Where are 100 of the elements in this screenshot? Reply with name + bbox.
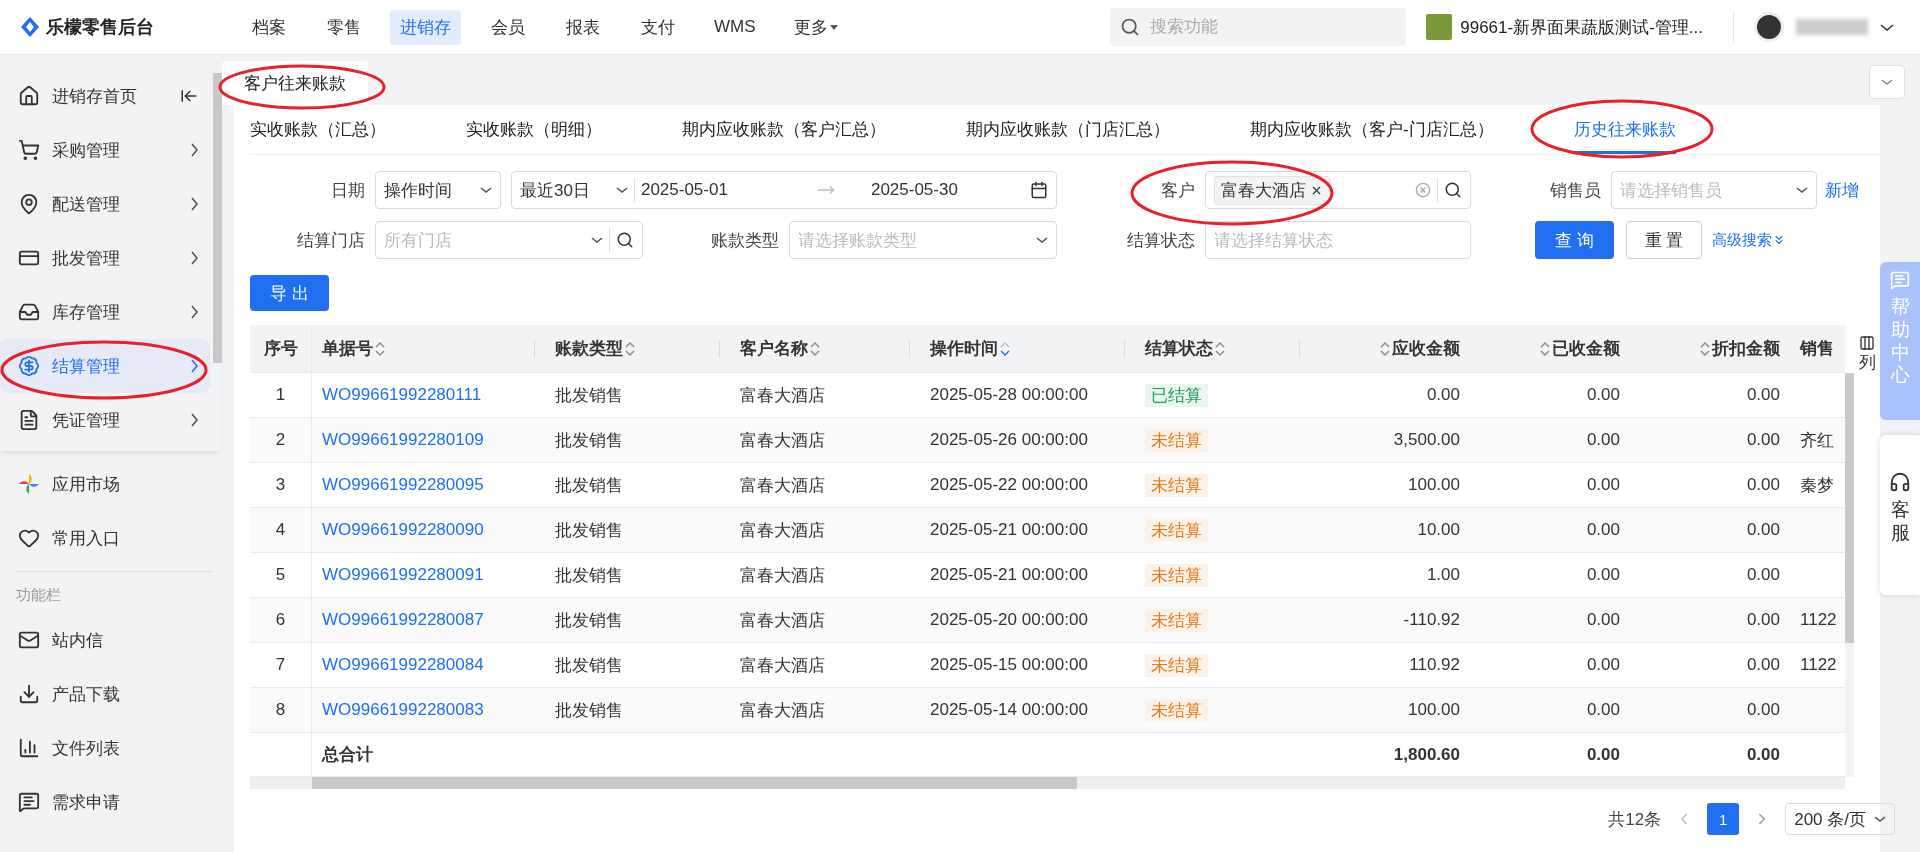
sub-tab[interactable]: 期内应收账款（门店汇总） [966,105,1170,154]
sidebar-item[interactable]: 库存管理 [0,285,210,339]
column-header[interactable]: 客户名称 [740,337,808,360]
column-header[interactable]: 单据号 [322,337,373,360]
nav-tab[interactable]: 报表 [554,9,611,45]
query-button[interactable]: 查 询 [1535,221,1614,259]
page-tab[interactable]: 客户往来账款 [222,61,368,105]
customer-service-tab[interactable]: 客服 [1880,435,1920,595]
search-icon[interactable] [1444,181,1462,199]
collapse-icon[interactable] [180,87,198,105]
chevron-right-icon[interactable] [191,359,198,373]
column-header[interactable]: 账款类型 [555,337,623,360]
chevron-right-icon[interactable] [191,143,198,157]
chevron-right-icon[interactable] [191,413,198,427]
table-cell: 100.00 [1408,475,1460,495]
date-range-field[interactable]: 最近30日 2025-05-01 2025-05-30 [511,171,1057,209]
document-link[interactable]: WO99661992280087 [322,610,484,630]
advanced-search-link[interactable]: 高级搜索 [1712,230,1787,250]
search-icon[interactable] [616,231,634,249]
sidebar-item[interactable]: 配送管理 [0,177,210,231]
scrollbar-thumb[interactable] [1845,373,1855,643]
store-name[interactable]: 99661-新界面果蔬版测试-管理... [1460,15,1703,39]
document-link[interactable]: WO99661992280083 [322,700,484,720]
document-link[interactable]: WO99661992280084 [322,655,484,675]
sort-icon[interactable] [1540,340,1550,357]
chevron-right-icon[interactable] [191,197,198,211]
chevron-down-icon[interactable] [1880,23,1894,31]
sub-tab[interactable]: 实收账款（明细） [466,105,602,154]
sidebar-item[interactable]: 站内信 [0,613,219,667]
sub-tab[interactable]: 期内应收账款（客户汇总） [682,105,886,154]
nav-tab[interactable]: 支付 [629,9,686,45]
column-header[interactable]: 折扣金额 [1712,337,1780,360]
column-header[interactable]: 序号 [263,337,298,360]
photo-placeholder [1426,14,1453,40]
document-link[interactable]: WO99661992280111 [322,385,482,405]
sort-icon[interactable] [375,340,385,357]
sidebar-item[interactable]: 应用市场 [0,457,219,511]
reset-button[interactable]: 重 置 [1625,221,1703,259]
sidebar-item[interactable]: 采购管理 [0,123,210,177]
search-field[interactable]: 搜索功能 [1110,8,1407,46]
sidebar-item[interactable]: 文件列表 [0,721,219,775]
sub-tab[interactable]: 期内应收账款（客户-门店汇总） [1250,105,1494,154]
chevron-down-icon[interactable] [1874,816,1886,822]
column-header[interactable]: 销售 [1800,337,1834,360]
chevron-right-icon[interactable] [191,305,198,319]
table-cell: 2 [275,430,286,450]
column-header[interactable]: 已收金额 [1552,337,1620,360]
column-header[interactable]: 应收金额 [1392,337,1460,360]
table-cell: 1122 [1800,610,1837,630]
nav-tab[interactable]: 进销存 [390,9,461,45]
page-button[interactable]: 1 [1707,803,1740,835]
calendar-icon[interactable] [1030,181,1048,199]
field-label: 结算门店 [296,229,366,252]
chevron-down-icon[interactable] [615,187,628,193]
chevron-down-icon[interactable] [591,237,603,243]
sidebar-item[interactable]: 批发管理 [0,231,210,285]
columns-icon[interactable] [1859,335,1876,351]
sort-icon[interactable] [810,340,820,357]
sidebar-item[interactable]: 产品下载 [0,667,219,721]
sidebar-item[interactable]: 凭证管理 [0,393,210,447]
table-cell: 1.00 [1426,565,1460,585]
avatar[interactable] [1754,12,1784,42]
document-link[interactable]: WO99661992280095 [322,475,484,495]
customer-tag[interactable]: 富春大酒店 [1214,175,1330,205]
sort-icon[interactable] [1215,340,1225,357]
scrollbar-thumb[interactable] [312,777,1077,789]
column-header[interactable]: 操作时间 [930,337,998,360]
date-type-select[interactable]: 操作时间 [375,171,501,209]
add-link[interactable]: 新增 [1825,178,1859,202]
sort-icon[interactable] [1000,340,1010,357]
sub-tab[interactable]: 实收账款（汇总） [250,105,386,154]
document-link[interactable]: WO99661992280109 [322,430,484,450]
nav-tab[interactable]: 会员 [479,9,536,45]
sub-tab[interactable]: 历史往来账款 [1573,105,1676,154]
scrollbar-thumb[interactable] [213,73,222,363]
column-header[interactable]: 结算状态 [1145,337,1213,360]
nav-tab[interactable]: WMS [704,9,766,45]
page-size-select[interactable]: 200 条/页 [1785,803,1895,835]
sort-icon[interactable] [625,340,635,357]
sidebar-item[interactable]: 需求申请 [0,775,219,829]
app-logo-text: 乐檬零售后台 [46,16,154,39]
sidebar-item[interactable]: 常用入口 [0,511,219,565]
column-setting-label[interactable]: 列 [1858,351,1876,374]
document-link[interactable]: WO99661992280090 [322,520,484,540]
sort-icon[interactable] [1700,340,1710,357]
sort-icon[interactable] [1380,340,1390,357]
chevron-down-icon[interactable] [1036,237,1048,243]
chevron-right-icon[interactable] [191,251,198,265]
document-link[interactable]: WO99661992280091 [322,565,484,585]
nav-tab[interactable]: 档案 [240,9,297,45]
heart-icon [18,527,40,549]
nav-tab[interactable]: 零售 [315,9,372,45]
chevron-down-icon[interactable] [1796,187,1808,193]
table-cell: 3 [275,475,286,495]
sidebar-item[interactable]: 进销存首页 [0,69,210,123]
sidebar-item[interactable]: 结算管理 [0,339,210,393]
chevron-down-icon[interactable] [480,187,492,193]
export-button[interactable]: 导 出 [250,275,329,311]
nav-tab[interactable]: 更多 [783,9,848,45]
customer-field[interactable]: 富春大酒店 [1205,171,1471,209]
